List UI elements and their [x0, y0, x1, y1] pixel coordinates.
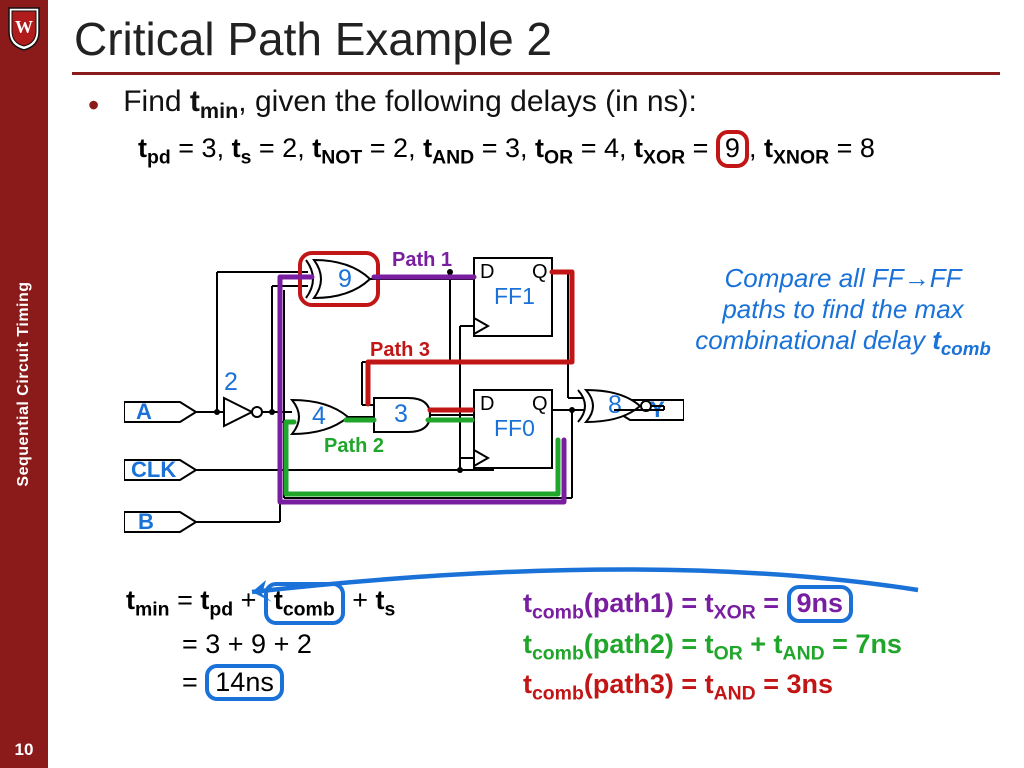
val-tpd: 3: [202, 133, 217, 163]
sidebar: W Sequential Circuit Timing 10: [0, 0, 48, 768]
val-tand: 3: [505, 133, 520, 163]
path2-label: Path 2: [324, 435, 384, 457]
xor-delay-label: 9: [338, 265, 352, 293]
port-a: A: [124, 399, 196, 424]
tmin-sub: min: [200, 98, 238, 123]
val-txor-highlight: 9: [716, 130, 749, 168]
prompt-pre: Find: [123, 85, 190, 118]
path1-label: Path 1: [392, 250, 452, 271]
xnor-delay-label: 8: [608, 391, 622, 419]
path3-label: Path 3: [370, 339, 430, 361]
sidebar-title: Sequential Circuit Timing: [15, 281, 33, 486]
val-txnor: 8: [860, 133, 875, 163]
port-clk: CLK: [124, 457, 196, 482]
svg-text:CLK: CLK: [131, 457, 176, 482]
title-divider: [72, 72, 1000, 75]
delays-line: tpd = 3, ts = 2, tNOT = 2, tAND = 3, tOR…: [138, 130, 1024, 169]
svg-text:W: W: [15, 17, 33, 37]
not-gate: [224, 398, 262, 426]
circuit-diagram: A CLK B Y 2: [124, 250, 684, 570]
val-ts: 2: [282, 133, 297, 163]
bullet-icon: •: [88, 89, 99, 121]
val-tor: 4: [604, 133, 619, 163]
not-delay-label: 2: [224, 368, 238, 396]
port-b: B: [124, 509, 196, 534]
svg-text:Q: Q: [532, 261, 548, 283]
svg-text:D: D: [480, 393, 494, 415]
hint-var: t: [932, 325, 941, 355]
hint-sub: comb: [941, 338, 991, 359]
tmin-result: 14ns: [205, 664, 284, 702]
val-tnot: 2: [393, 133, 408, 163]
svg-text:A: A: [136, 399, 152, 424]
svg-text:B: B: [138, 509, 154, 534]
svg-text:FF0: FF0: [494, 415, 535, 441]
slide-number: 10: [0, 740, 48, 760]
tmin-var: t: [190, 85, 200, 118]
or-delay-label: 4: [312, 402, 326, 430]
hint-l1: Compare all FF→FF: [725, 263, 962, 293]
hint-l3a: combinational delay: [695, 325, 932, 355]
university-crest-icon: W: [6, 6, 42, 52]
path1-result: 9ns: [787, 585, 854, 623]
svg-text:D: D: [480, 261, 494, 283]
bullet-prompt: • Find tmin, given the following delays …: [88, 85, 1024, 124]
svg-text:Q: Q: [532, 393, 548, 415]
slide-content: Critical Path Example 2 • Find tmin, giv…: [48, 0, 1024, 768]
svg-text:FF1: FF1: [494, 283, 535, 309]
hint-text: Compare all FF→FF paths to find the max …: [678, 263, 1008, 360]
hint-l2: paths to find the max: [722, 294, 963, 324]
and-delay-label: 3: [394, 400, 408, 428]
tmin-numeric: = 3 + 9 + 2: [182, 629, 395, 660]
ff0-box: D Q FF0: [474, 390, 552, 468]
path-results: tcomb(path1) = tXOR = 9ns tcomb(path2) =…: [523, 585, 902, 707]
prompt-post: , given the following delays (in ns):: [238, 85, 697, 118]
ff1-box: D Q FF1: [474, 258, 552, 336]
page-title: Critical Path Example 2: [74, 12, 1024, 66]
